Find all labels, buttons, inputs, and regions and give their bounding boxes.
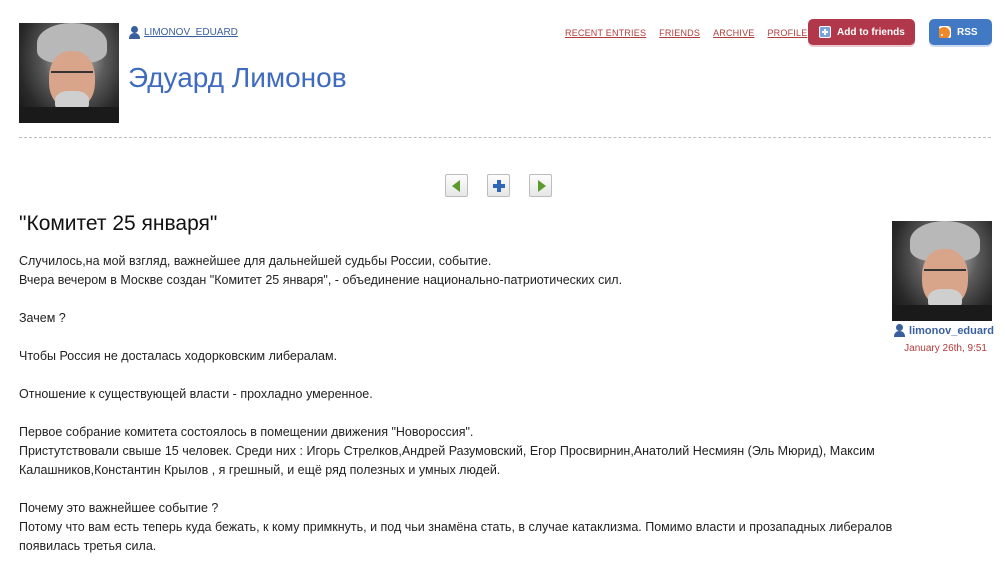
entry-navigation — [445, 174, 552, 197]
entry-body: Случилось,на мой взгляд, важнейшее для д… — [19, 252, 939, 556]
entry-date[interactable]: January 26th, 9:51 — [891, 343, 987, 354]
poster-username-link[interactable]: limonov_eduard — [909, 325, 994, 337]
entry-paragraph: Потому что вам есть теперь куда бежать, … — [19, 520, 893, 553]
journal-title[interactable]: Эдуард Лимонов — [128, 62, 347, 94]
entry-paragraph — [19, 328, 939, 347]
rss-button[interactable]: RSS — [929, 19, 992, 45]
user-icon — [893, 324, 906, 337]
nav-archive[interactable]: ARCHIVE — [713, 28, 754, 38]
username-link[interactable]: LIMONOV_EDUARD — [144, 27, 238, 38]
header-divider — [19, 137, 991, 138]
add-to-friends-button[interactable]: Add to friends — [808, 19, 915, 45]
journal-userpic[interactable] — [19, 23, 119, 123]
entry-paragraph: Почему это важнейшее событие ? — [19, 501, 219, 515]
nav-friends[interactable]: FRIENDS — [659, 28, 700, 38]
nav-recent-entries[interactable]: RECENT ENTRIES — [565, 28, 646, 38]
entry-paragraph: Приcтутствовали свыше 15 человек. Среди … — [19, 444, 875, 477]
entry-title: "Комитет 25 января" — [19, 212, 218, 235]
arrow-left-icon — [452, 180, 460, 192]
plus-icon — [819, 26, 831, 38]
rss-label: RSS — [957, 26, 978, 38]
entry-paragraph — [19, 366, 939, 385]
rss-icon — [939, 26, 951, 38]
nav-profile[interactable]: PROFILE — [767, 28, 807, 38]
entry-paragraph: Случилось,на мой взгляд, важнейшее для д… — [19, 254, 492, 268]
entry-paragraph: Чтобы Россия не досталась ходорковским л… — [19, 349, 338, 363]
journal-nav: RECENT ENTRIES FRIENDS ARCHIVE PROFILE — [565, 28, 807, 38]
poster-userpic[interactable] — [892, 221, 992, 321]
entry-paragraph: Вчера вечером в Москве создан "Комитет 2… — [19, 273, 623, 287]
user-icon — [128, 26, 141, 39]
previous-entry-button[interactable] — [445, 174, 468, 197]
add-memory-button[interactable] — [487, 174, 510, 197]
journal-owner: LIMONOV_EDUARD — [128, 26, 238, 39]
add-to-friends-label: Add to friends — [837, 26, 905, 38]
entry-paragraph — [19, 480, 939, 499]
arrow-right-icon — [538, 180, 546, 192]
entry-paragraph — [19, 290, 939, 309]
entry-paragraph: Зачем ? — [19, 311, 66, 325]
entry-paragraph — [19, 404, 939, 423]
next-entry-button[interactable] — [529, 174, 552, 197]
poster-user: limonov_eduard — [891, 324, 994, 337]
entry-paragraph: Первое собрание комитета состоялось в по… — [19, 425, 474, 439]
entry-paragraph: Отношение к существующей власти - прохла… — [19, 387, 373, 401]
